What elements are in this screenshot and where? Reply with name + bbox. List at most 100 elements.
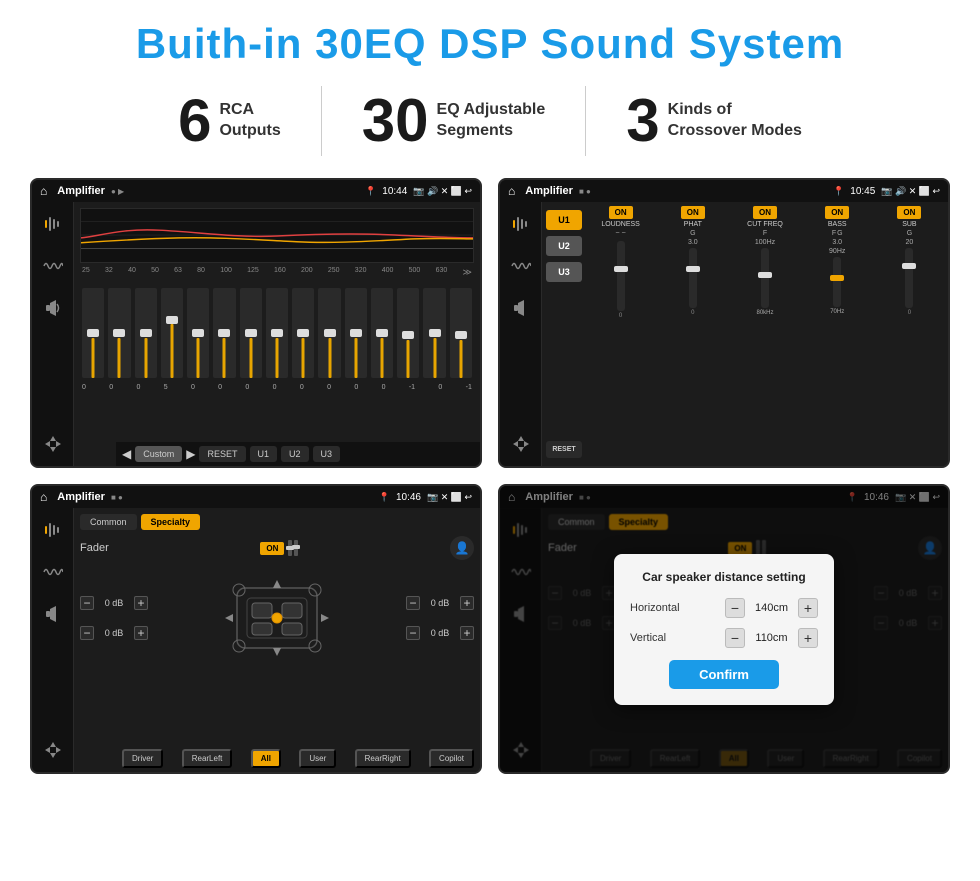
- fader-on-btn[interactable]: ON: [260, 542, 284, 555]
- eq-slider-8[interactable]: [266, 288, 288, 378]
- tab-common[interactable]: Common: [80, 514, 137, 530]
- right-channels: − 0 dB + − 0 dB +: [406, 592, 474, 644]
- sidebar-arrows-icon[interactable]: [39, 430, 67, 458]
- eq-slider-12[interactable]: [371, 288, 393, 378]
- status-bar-2: ⌂ Amplifier ■ ● 📍 10:45 📷 🔊 ✕ ⬜ ↩: [500, 180, 948, 202]
- sidebar-speaker-icon[interactable]: [39, 294, 67, 322]
- sidebar-speaker-icon-3[interactable]: [39, 600, 67, 628]
- phat-on[interactable]: ON: [681, 206, 705, 219]
- fader-tabs: Common Specialty: [80, 514, 474, 530]
- horizontal-plus-btn[interactable]: +: [798, 598, 818, 618]
- btn-all[interactable]: All: [251, 749, 281, 768]
- stat-rca-number: 6: [178, 91, 211, 151]
- eq-u3-btn[interactable]: U3: [313, 446, 341, 462]
- right-bot-minus[interactable]: −: [406, 626, 420, 640]
- time-1: 10:44: [382, 186, 407, 197]
- eq-slider-9[interactable]: [292, 288, 314, 378]
- eq-custom-btn[interactable]: Custom: [135, 446, 182, 462]
- screen-dialog: ⌂ Amplifier ■ ● 📍 10:46 📷 ✕ ⬜ ↩: [498, 484, 950, 774]
- left-bot-plus[interactable]: +: [134, 626, 148, 640]
- loudness-on[interactable]: ON: [609, 206, 633, 219]
- home-icon-2[interactable]: ⌂: [508, 184, 515, 198]
- eq-u2-btn[interactable]: U2: [281, 446, 309, 462]
- eq-reset-btn[interactable]: RESET: [199, 446, 245, 462]
- loudness-slider[interactable]: [617, 241, 625, 311]
- cutfreq-hz: 100Hz: [755, 239, 775, 246]
- eq-slider-6[interactable]: [213, 288, 235, 378]
- left-bot-channel: − 0 dB +: [80, 626, 148, 640]
- bass-slider[interactable]: [833, 257, 841, 307]
- stat-eq: 30 EQ AdjustableSegments: [322, 91, 586, 151]
- left-top-plus[interactable]: +: [134, 596, 148, 610]
- home-icon-3[interactable]: ⌂: [40, 490, 47, 504]
- eq-slider-14[interactable]: [423, 288, 445, 378]
- eq-slider-15[interactable]: [450, 288, 472, 378]
- sidebar-wave-icon[interactable]: [39, 252, 67, 280]
- preset-u2[interactable]: U2: [546, 236, 582, 256]
- dialog-overlay: Car speaker distance setting Horizontal …: [500, 486, 948, 772]
- cutfreq-bottom-hz: 80kHz: [757, 310, 774, 316]
- location-icon-3: 📍: [379, 492, 390, 503]
- left-top-channel: − 0 dB +: [80, 596, 148, 610]
- sidebar-speaker-icon-2[interactable]: [507, 294, 535, 322]
- right-top-minus[interactable]: −: [406, 596, 420, 610]
- right-bot-plus[interactable]: +: [460, 626, 474, 640]
- screen1-title: Amplifier: [57, 185, 105, 197]
- sub-on[interactable]: ON: [897, 206, 921, 219]
- btn-driver[interactable]: Driver: [122, 749, 163, 768]
- btn-copilot[interactable]: Copilot: [429, 749, 474, 768]
- dialog-vertical-label: Vertical: [630, 632, 666, 644]
- eq-slider-1[interactable]: [82, 288, 104, 378]
- horizontal-minus-btn[interactable]: −: [725, 598, 745, 618]
- eq-prev-icon[interactable]: ◀: [122, 447, 131, 461]
- stat-rca: 6 RCAOutputs: [138, 91, 321, 151]
- eq-slider-5[interactable]: [187, 288, 209, 378]
- eq-slider-2[interactable]: [108, 288, 130, 378]
- icons-group-1: 📷 🔊 ✕ ⬜ ↩: [413, 186, 472, 197]
- tab-specialty[interactable]: Specialty: [141, 514, 201, 530]
- crossover-reset[interactable]: RESET: [546, 441, 582, 458]
- phat-slider[interactable]: [689, 248, 697, 308]
- btn-user[interactable]: User: [299, 749, 336, 768]
- sub-slider[interactable]: [905, 248, 913, 308]
- eq-slider-10[interactable]: [318, 288, 340, 378]
- sidebar-eq-icon-2[interactable]: [507, 210, 535, 238]
- eq-slider-11[interactable]: [345, 288, 367, 378]
- home-icon-1[interactable]: ⌂: [40, 184, 47, 198]
- sub-label: SUB: [902, 221, 916, 228]
- sidebar-wave-icon-3[interactable]: [39, 558, 67, 586]
- left-bot-minus[interactable]: −: [80, 626, 94, 640]
- left-top-minus[interactable]: −: [80, 596, 94, 610]
- preset-u1[interactable]: U1: [546, 210, 582, 230]
- vertical-plus-btn[interactable]: +: [798, 628, 818, 648]
- cutfreq-on[interactable]: ON: [753, 206, 777, 219]
- fader-header: Fader ON 👤: [80, 536, 474, 560]
- preset-u3[interactable]: U3: [546, 262, 582, 282]
- fader-sliders-indicator: [288, 540, 298, 556]
- eq-slider-4[interactable]: [161, 288, 183, 378]
- sidebar-eq-icon-3[interactable]: [39, 516, 67, 544]
- vertical-minus-btn[interactable]: −: [725, 628, 745, 648]
- eq-u1-btn[interactable]: U1: [250, 446, 278, 462]
- sidebar-wave-icon-2[interactable]: [507, 252, 535, 280]
- eq-next-icon[interactable]: ▶: [186, 447, 195, 461]
- btn-rearright[interactable]: RearRight: [355, 749, 411, 768]
- confirm-button[interactable]: Confirm: [669, 660, 779, 689]
- time-3: 10:46: [396, 492, 421, 503]
- bass-on[interactable]: ON: [825, 206, 849, 219]
- sidebar-3: [32, 508, 74, 772]
- crossover-main-area: U1 U2 U3 RESET ON LOUDNES: [542, 202, 948, 466]
- stat-eq-number: 30: [362, 91, 429, 151]
- sidebar-eq-icon[interactable]: [39, 210, 67, 238]
- sidebar-arrows-icon-3[interactable]: [39, 736, 67, 764]
- sidebar-arrows-icon-2[interactable]: [507, 430, 535, 458]
- eq-slider-7[interactable]: [240, 288, 262, 378]
- right-top-plus[interactable]: +: [460, 596, 474, 610]
- fader-person-icon: 👤: [450, 536, 474, 560]
- cutfreq-slider[interactable]: [761, 248, 769, 308]
- status-bar-1: ⌂ Amplifier ● ▶ 📍 10:44 📷 🔊 ✕ ⬜ ↩: [32, 180, 480, 202]
- eq-slider-13[interactable]: [397, 288, 419, 378]
- btn-rearleft[interactable]: RearLeft: [182, 749, 233, 768]
- eq-slider-3[interactable]: [135, 288, 157, 378]
- music-dots-3: ■ ●: [111, 493, 123, 502]
